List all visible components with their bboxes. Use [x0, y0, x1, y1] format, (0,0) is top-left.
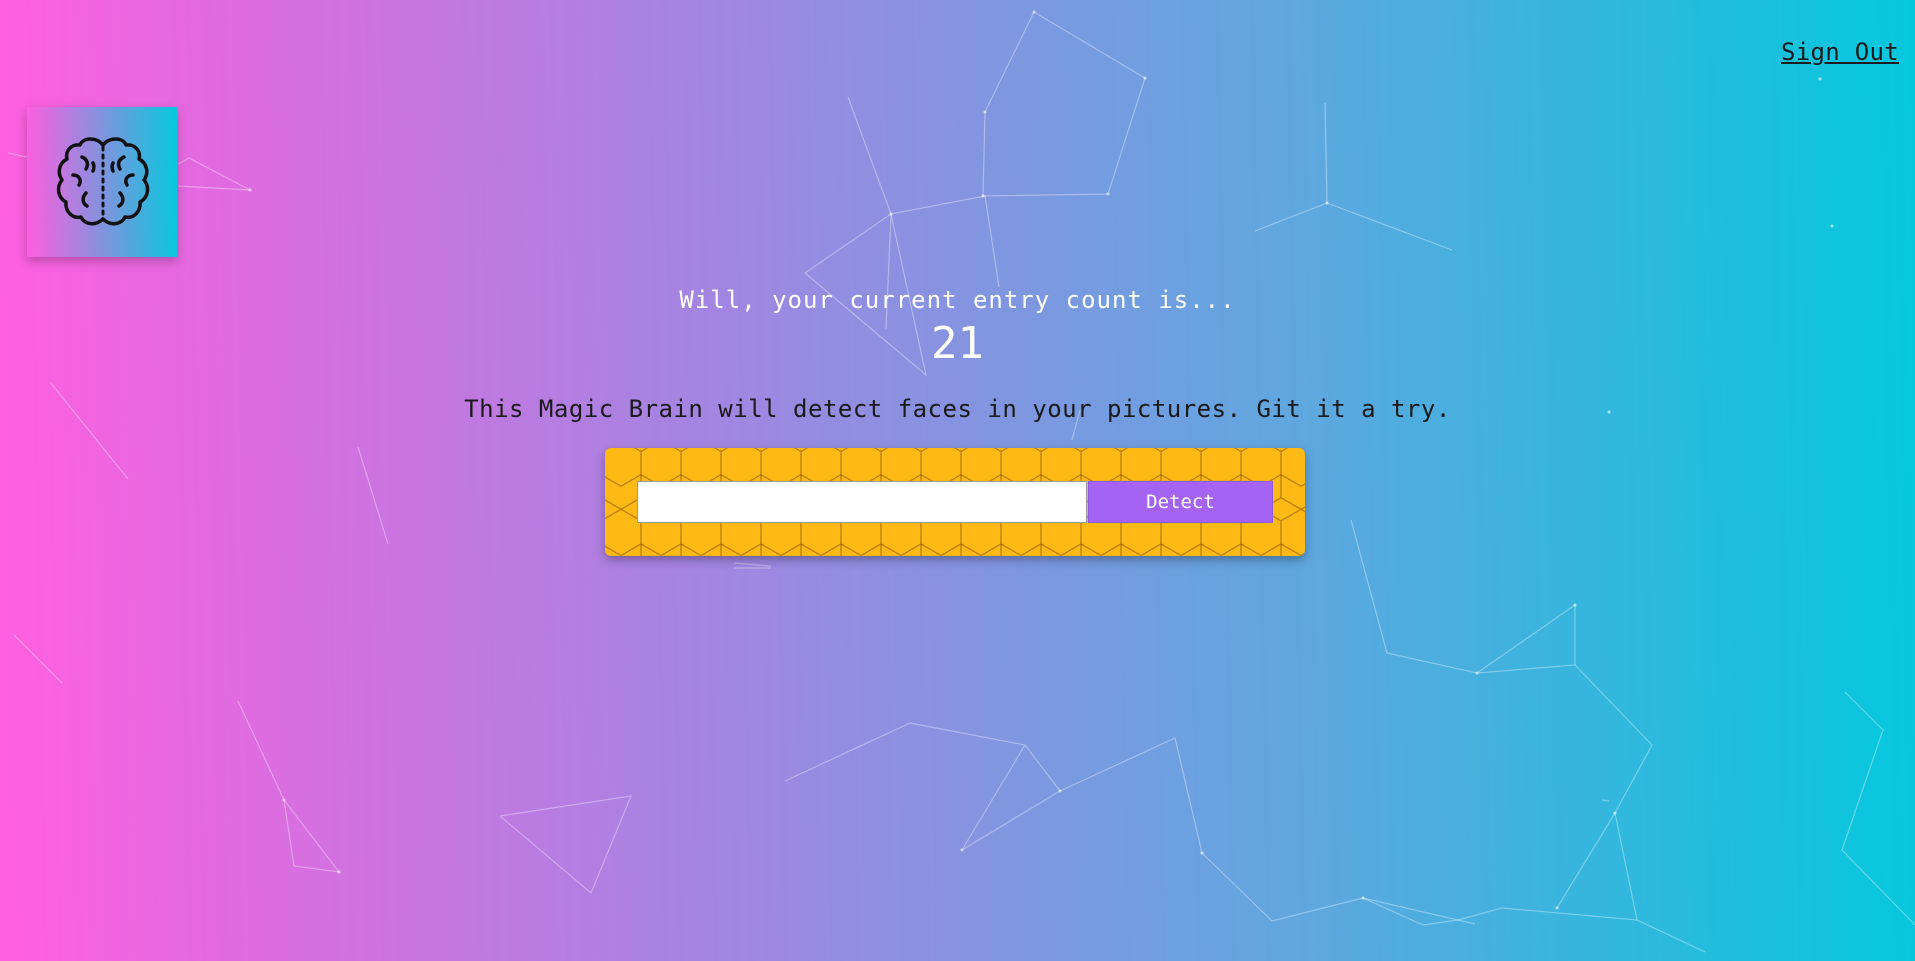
- sign-out-link[interactable]: Sign Out: [1781, 38, 1899, 66]
- tagline: This Magic Brain will detect faces in yo…: [464, 395, 1451, 423]
- top-nav: Sign Out: [1781, 38, 1899, 66]
- entry-count-value: 21: [931, 318, 984, 369]
- entry-count-message: Will, your current entry count is...: [679, 286, 1236, 314]
- detect-button[interactable]: Detect: [1088, 481, 1273, 523]
- brain-icon: [56, 137, 150, 226]
- image-link-form: Detect: [605, 448, 1305, 556]
- image-url-input[interactable]: [637, 481, 1087, 523]
- logo-card[interactable]: [27, 107, 177, 257]
